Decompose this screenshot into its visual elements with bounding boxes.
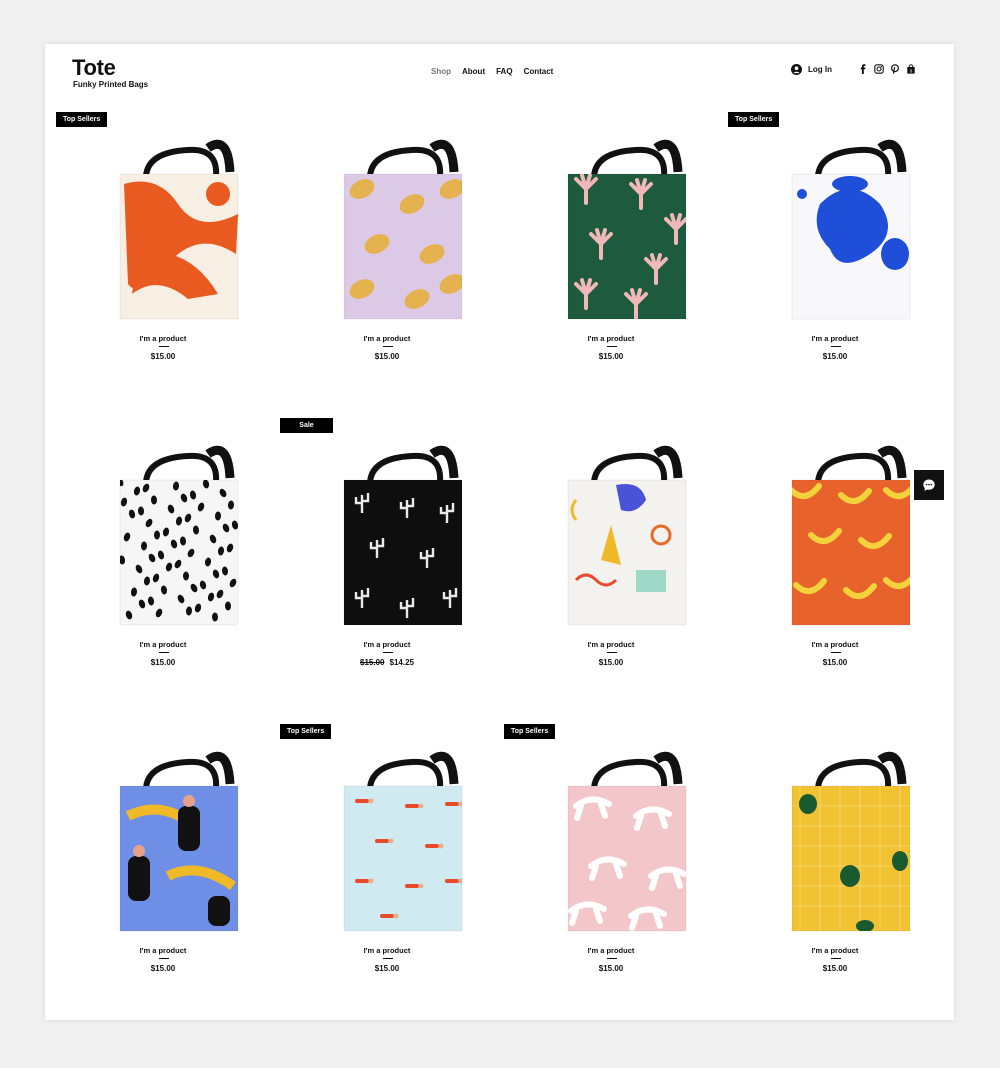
product-image[interactable] xyxy=(292,440,498,630)
product-image[interactable] xyxy=(68,746,274,936)
product-badge: Top Sellers xyxy=(280,724,332,739)
product-price-row: $15.00 xyxy=(56,658,270,667)
product-card[interactable]: Top Sellers I'm a product $15.00 xyxy=(504,724,728,1030)
product-price: $15.00 xyxy=(150,658,176,667)
product-image[interactable] xyxy=(68,134,274,324)
product-name[interactable]: I'm a product xyxy=(280,334,494,343)
product-price: $15.00 xyxy=(150,352,176,361)
product-price: $15.00 xyxy=(598,352,624,361)
product-divider xyxy=(831,346,841,347)
product-price-row: $15.00 xyxy=(56,352,270,361)
product-image[interactable] xyxy=(516,440,722,630)
product-card[interactable]: Top Sellers I'm a product $15.00 xyxy=(280,724,504,1030)
product-price-row: $15.00 xyxy=(504,352,718,361)
product-divider xyxy=(831,958,841,959)
product-old-price: $15.00 xyxy=(360,658,385,667)
product-divider xyxy=(383,346,393,347)
product-price-row: $15.00 $14.25 xyxy=(280,658,494,667)
product-price-row: $15.00 xyxy=(728,352,942,361)
product-name[interactable]: I'm a product xyxy=(56,334,270,343)
facebook-icon[interactable] xyxy=(858,64,868,74)
product-image[interactable] xyxy=(292,746,498,936)
product-name[interactable]: I'm a product xyxy=(728,946,942,955)
site-tagline: Funky Printed Bags xyxy=(73,80,149,89)
product-card[interactable]: I'm a product $15.00 xyxy=(56,724,280,1030)
shopping-bag-icon[interactable]: 0 xyxy=(906,64,916,74)
nav-contact[interactable]: Contact xyxy=(524,67,554,76)
product-price-row: $15.00 xyxy=(728,964,942,973)
product-image[interactable] xyxy=(740,746,946,936)
nav-about[interactable]: About xyxy=(462,67,485,76)
product-image[interactable] xyxy=(740,440,946,630)
product-divider xyxy=(159,346,169,347)
chat-icon xyxy=(923,479,935,491)
product-price-row: $15.00 xyxy=(728,658,942,667)
product-badge: Top Sellers xyxy=(728,112,780,127)
product-divider xyxy=(383,652,393,653)
product-name[interactable]: I'm a product xyxy=(504,640,718,649)
product-name[interactable]: I'm a product xyxy=(280,946,494,955)
product-price: $15.00 xyxy=(822,658,848,667)
product-name[interactable]: I'm a product xyxy=(728,334,942,343)
user-avatar-icon xyxy=(791,64,802,75)
product-price-row: $15.00 xyxy=(280,352,494,361)
login-button[interactable]: Log In xyxy=(791,64,832,75)
product-badge: Top Sellers xyxy=(504,724,556,739)
product-card[interactable]: I'm a product $15.00 xyxy=(56,418,280,724)
pinterest-icon[interactable] xyxy=(890,64,900,74)
product-card[interactable]: I'm a product $15.00 xyxy=(728,418,952,724)
product-divider xyxy=(831,652,841,653)
product-divider xyxy=(159,958,169,959)
product-card[interactable]: Top Sellers I'm a product $15.00 xyxy=(56,112,280,418)
product-image[interactable] xyxy=(292,134,498,324)
login-label: Log In xyxy=(808,65,832,74)
product-name[interactable]: I'm a product xyxy=(56,640,270,649)
product-image[interactable] xyxy=(516,746,722,936)
product-price-row: $15.00 xyxy=(504,964,718,973)
product-price: $15.00 xyxy=(822,352,848,361)
product-badge: Sale xyxy=(280,418,333,433)
product-divider xyxy=(607,958,617,959)
product-image[interactable] xyxy=(740,134,946,324)
social-bar: 0 xyxy=(858,64,916,74)
product-price-row: $15.00 xyxy=(56,964,270,973)
product-price: $15.00 xyxy=(374,964,400,973)
product-card[interactable]: Sale I'm a product $15.00 $14.25 xyxy=(280,418,504,724)
product-price: $14.25 xyxy=(389,658,414,667)
product-card[interactable]: I'm a product $15.00 xyxy=(280,112,504,418)
product-card[interactable]: I'm a product $15.00 xyxy=(504,112,728,418)
nav-faq[interactable]: FAQ xyxy=(496,67,512,76)
site-page: Tote Funky Printed Bags Shop About FAQ C… xyxy=(45,44,954,1020)
product-divider xyxy=(607,346,617,347)
product-name[interactable]: I'm a product xyxy=(56,946,270,955)
product-image[interactable] xyxy=(516,134,722,324)
product-divider xyxy=(383,958,393,959)
product-price: $15.00 xyxy=(374,352,400,361)
nav-shop[interactable]: Shop xyxy=(431,67,451,76)
product-badge: Top Sellers xyxy=(56,112,108,127)
instagram-icon[interactable] xyxy=(874,64,884,74)
product-price: $15.00 xyxy=(150,964,176,973)
main-nav: Shop About FAQ Contact xyxy=(431,67,553,76)
product-name[interactable]: I'm a product xyxy=(504,946,718,955)
product-card[interactable]: Top Sellers I'm a product $15.00 xyxy=(728,112,952,418)
product-price: $15.00 xyxy=(822,964,848,973)
product-name[interactable]: I'm a product xyxy=(280,640,494,649)
product-card[interactable]: I'm a product $15.00 xyxy=(728,724,952,1030)
product-price: $15.00 xyxy=(598,964,624,973)
chat-button[interactable] xyxy=(914,470,944,500)
product-name[interactable]: I'm a product xyxy=(728,640,942,649)
site-logo-title[interactable]: Tote xyxy=(72,55,116,81)
product-divider xyxy=(607,652,617,653)
product-card[interactable]: I'm a product $15.00 xyxy=(504,418,728,724)
product-price-row: $15.00 xyxy=(504,658,718,667)
product-divider xyxy=(159,652,169,653)
product-price: $15.00 xyxy=(598,658,624,667)
product-image[interactable] xyxy=(68,440,274,630)
product-name[interactable]: I'm a product xyxy=(504,334,718,343)
product-price-row: $15.00 xyxy=(280,964,494,973)
